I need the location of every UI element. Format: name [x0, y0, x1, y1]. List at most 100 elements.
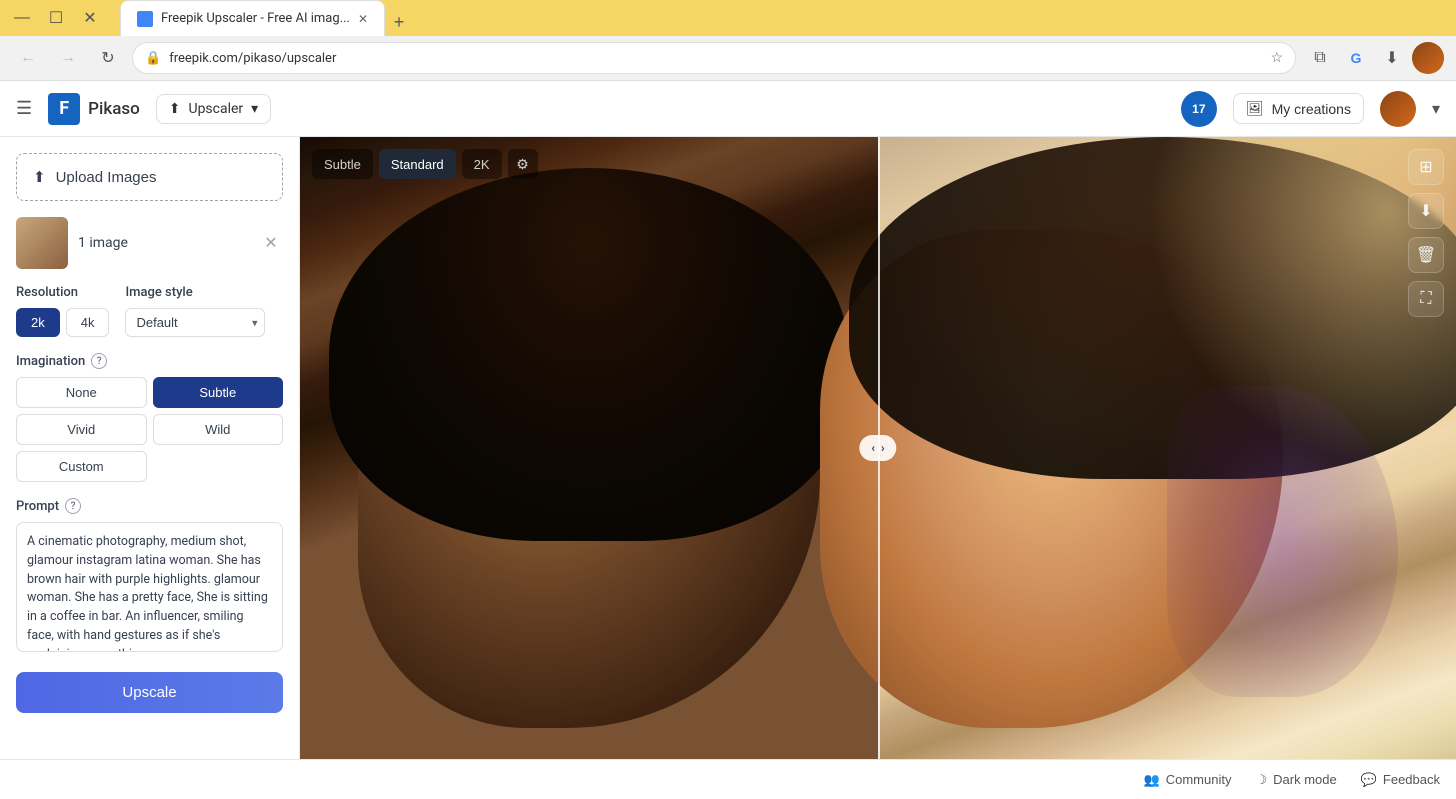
viewer-settings-button[interactable]: ⚙	[508, 149, 538, 179]
address-bar-icons: ☆	[1270, 50, 1283, 66]
image-count-label: 1 image	[78, 235, 249, 251]
logo-container: F Pikaso	[48, 93, 140, 125]
feedback-button[interactable]: 💬 Feedback	[1361, 772, 1440, 788]
browser-profile-button[interactable]	[1412, 42, 1444, 74]
imagination-wild-button[interactable]: Wild	[153, 414, 284, 445]
style-group: Image style Default Natural Artistic Viv…	[125, 285, 265, 337]
style-label: Image style	[125, 285, 265, 300]
my-creations-label: My creations	[1272, 101, 1351, 117]
image-preview-row: 1 image ✕	[16, 217, 283, 269]
user-dropdown-icon[interactable]: ▾	[1432, 99, 1440, 118]
my-creations-button[interactable]: 🖼 My creations	[1233, 93, 1364, 124]
browser-action-buttons: ⧉ G ⬇	[1304, 42, 1444, 74]
download-icon: ⬇	[1419, 201, 1432, 221]
url-display: freepik.com/pikaso/upscaler	[169, 51, 1262, 66]
feedback-icon: 💬	[1361, 772, 1377, 788]
app-name: Pikaso	[88, 99, 140, 119]
prompt-text: Prompt	[16, 499, 59, 514]
split-handle[interactable]: ‹ ›	[859, 435, 896, 461]
imagination-vivid-button[interactable]: Vivid	[16, 414, 147, 445]
tab-title: Freepik Upscaler - Free AI imag...	[161, 11, 350, 26]
imagination-text: Imagination	[16, 354, 85, 369]
restore-button[interactable]: ☐	[42, 4, 70, 32]
style-select[interactable]: Default Natural Artistic Vivid	[125, 308, 265, 337]
fullscreen-icon: ⛶	[1420, 290, 1431, 308]
browser-window-controls: — ☐ ✕	[8, 4, 104, 32]
compare-button[interactable]: ⊞	[1408, 149, 1444, 185]
resolution-2k-button[interactable]: 2k	[16, 308, 60, 337]
active-tab[interactable]: Freepik Upscaler - Free AI imag... ✕	[120, 0, 385, 36]
address-bar-row: ← → ↻ 🔒 freepik.com/pikaso/upscaler ☆ ⧉ …	[0, 36, 1456, 80]
prompt-textarea[interactable]: A cinematic photography, medium shot, gl…	[16, 522, 283, 652]
user-avatar-image	[1380, 91, 1416, 127]
left-arrow-icon: ‹	[871, 441, 875, 455]
user-avatar[interactable]	[1380, 91, 1416, 127]
browser-chrome: — ☐ ✕ Freepik Upscaler - Free AI imag...…	[0, 0, 1456, 81]
imagination-none-button[interactable]: None	[16, 377, 147, 408]
upscale-label: Upscale	[122, 684, 176, 701]
resolution-group: Resolution 2k 4k	[16, 285, 109, 337]
notification-button[interactable]: 17	[1181, 91, 1217, 127]
2k-mode-button[interactable]: 2K	[462, 149, 502, 179]
resolution-4k-button[interactable]: 4k	[66, 308, 110, 337]
subtle-mode-button[interactable]: Subtle	[312, 149, 373, 179]
resolution-label: Resolution	[16, 285, 109, 300]
notification-count: 17	[1192, 102, 1205, 116]
right-arrow-icon: ›	[881, 441, 885, 455]
community-icon: 👥	[1144, 772, 1160, 788]
prompt-label: Prompt ?	[16, 498, 283, 514]
app-footer: 👥 Community ☽ Dark mode 💬 Feedback	[0, 759, 1456, 799]
viewer-actions: ⊞ ⬇ 🗑 ⛶	[1408, 149, 1444, 317]
main-content: ⬆ Upload Images 1 image ✕ Resolution 2k …	[0, 137, 1456, 759]
forward-button[interactable]: →	[52, 42, 84, 74]
imagination-subtle-button[interactable]: Subtle	[153, 377, 284, 408]
resolution-style-section: Resolution 2k 4k Image style Default Nat…	[16, 285, 283, 337]
before-image	[300, 137, 878, 759]
reload-button[interactable]: ↻	[92, 42, 124, 74]
tool-name: Upscaler	[188, 101, 243, 117]
imagination-help-icon[interactable]: ?	[91, 353, 107, 369]
creations-folder-icon: 🖼	[1246, 100, 1264, 117]
after-image	[878, 137, 1456, 759]
style-select-wrapper: Default Natural Artistic Vivid ▾	[125, 308, 265, 337]
google-icon-button[interactable]: G	[1340, 42, 1372, 74]
upscale-button[interactable]: Upscale	[16, 672, 283, 713]
dark-mode-icon: ☽	[1255, 772, 1267, 788]
upload-icon: ⬆	[33, 168, 46, 186]
back-button[interactable]: ←	[12, 42, 44, 74]
imagination-buttons: None Subtle Vivid Wild Custom	[16, 377, 283, 482]
download-button[interactable]: ⬇	[1408, 193, 1444, 229]
browser-titlebar: — ☐ ✕ Freepik Upscaler - Free AI imag...…	[0, 0, 1456, 36]
extensions-button[interactable]: ⧉	[1304, 42, 1336, 74]
sidebar: ⬆ Upload Images 1 image ✕ Resolution 2k …	[0, 137, 300, 759]
dark-mode-button[interactable]: ☽ Dark mode	[1255, 772, 1336, 788]
fullscreen-button[interactable]: ⛶	[1408, 281, 1444, 317]
app-container: ☰ F Pikaso ⬆ Upscaler ▾ 17 🖼 My creation…	[0, 81, 1456, 799]
prompt-section: Prompt ? A cinematic photography, medium…	[16, 498, 283, 656]
menu-button[interactable]: ☰	[16, 98, 32, 119]
close-button[interactable]: ✕	[76, 4, 104, 32]
prompt-help-icon[interactable]: ?	[65, 498, 81, 514]
imagination-label: Imagination ?	[16, 353, 283, 369]
imagination-section: Imagination ? None Subtle Vivid Wild Cus…	[16, 353, 283, 482]
upload-images-button[interactable]: ⬆ Upload Images	[16, 153, 283, 201]
standard-mode-button[interactable]: Standard	[379, 149, 456, 179]
compare-icon: ⊞	[1419, 157, 1432, 177]
tab-close-button[interactable]: ✕	[358, 12, 368, 26]
tab-bar: Freepik Upscaler - Free AI imag... ✕ +	[112, 0, 421, 36]
address-bar[interactable]: 🔒 freepik.com/pikaso/upscaler ☆	[132, 42, 1296, 74]
minimize-button[interactable]: —	[8, 4, 36, 32]
download-manager-button[interactable]: ⬇	[1376, 42, 1408, 74]
viewer-toolbar: Subtle Standard 2K ⚙	[312, 149, 538, 179]
tool-selector[interactable]: ⬆ Upscaler ▾	[156, 94, 271, 124]
chevron-down-icon: ▾	[251, 101, 258, 117]
freepik-logo: F	[48, 93, 80, 125]
new-tab-button[interactable]: +	[385, 8, 413, 36]
trash-icon: 🗑	[1416, 245, 1436, 265]
remove-image-button[interactable]: ✕	[259, 231, 283, 255]
bookmark-icon[interactable]: ☆	[1270, 50, 1283, 66]
delete-button[interactable]: 🗑	[1408, 237, 1444, 273]
community-button[interactable]: 👥 Community	[1144, 772, 1232, 788]
image-viewer: ‹ › Subtle Standard 2K ⚙ ⊞ ⬇ 🗑	[300, 137, 1456, 759]
imagination-custom-button[interactable]: Custom	[16, 451, 147, 482]
